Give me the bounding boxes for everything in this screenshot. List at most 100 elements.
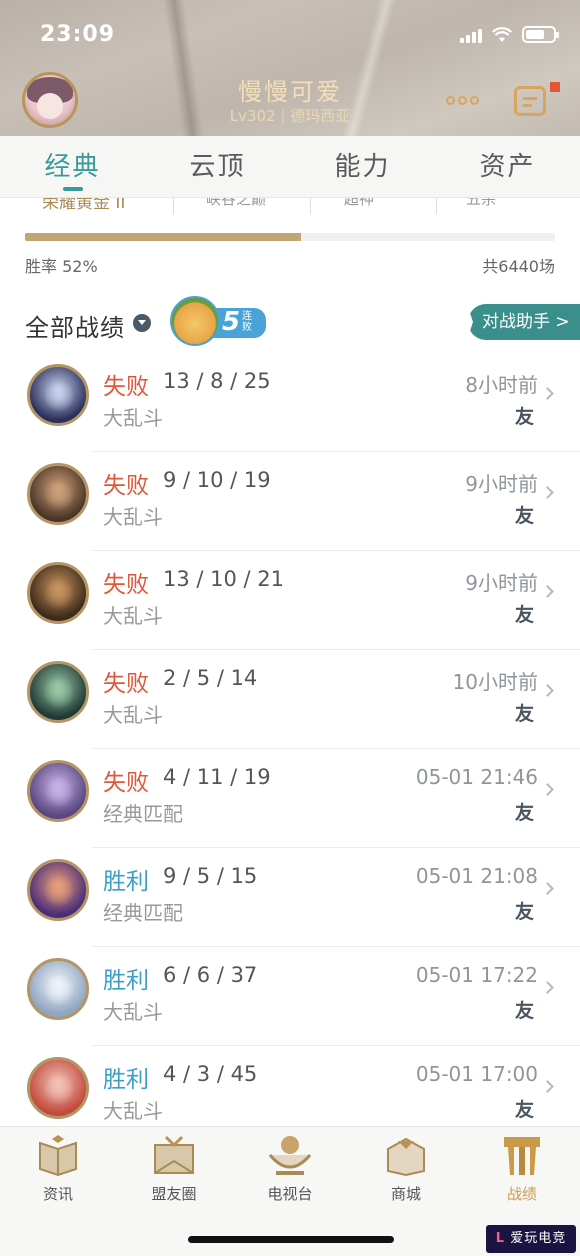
match-kda: 4 / 3 / 45 [163, 1062, 258, 1086]
streak-label: 连败 [242, 311, 252, 333]
watermark-logo: L 爱玩电竞 [486, 1225, 576, 1253]
nav-news[interactable]: 资讯 [0, 1127, 116, 1256]
match-time: 9小时前 [465, 472, 538, 496]
match-row[interactable]: 胜利 9 / 5 / 15 经典匹配 05-01 21:08 友 [0, 848, 580, 947]
nav-label: 资讯 [42, 1185, 73, 1203]
match-time: 9小时前 [465, 571, 538, 595]
champion-avatar [27, 364, 89, 426]
champion-face [44, 1072, 74, 1106]
chevron-down-icon[interactable] [133, 314, 151, 332]
champion-face [44, 775, 74, 809]
more-options-icon[interactable] [446, 96, 479, 105]
records-icon [504, 1137, 540, 1175]
cellular-signal-icon [460, 27, 482, 43]
match-kda: 13 / 10 / 21 [163, 567, 285, 591]
level-separator: | [280, 107, 286, 125]
records-filter-title[interactable]: 全部战绩 [25, 308, 125, 343]
match-result: 失败 [103, 572, 149, 598]
nav-label: 电视台 [267, 1185, 313, 1203]
battery-icon [522, 26, 559, 43]
chevron-right-icon [541, 585, 554, 598]
match-result: 失败 [103, 770, 149, 796]
nav-label: 战绩 [506, 1185, 537, 1203]
champion-avatar [27, 1057, 89, 1119]
match-row[interactable]: 失败 4 / 11 / 19 经典匹配 05-01 21:46 友 [0, 749, 580, 848]
champion-avatar [27, 661, 89, 723]
match-kda: 13 / 8 / 25 [163, 369, 271, 393]
champion-face [44, 973, 74, 1007]
streak-badge: 5 连败 [170, 296, 266, 346]
profile-header: 23:09 慢慢可爱 Lv302 | 德玛西亚 [0, 0, 580, 136]
battle-assistant-button[interactable]: 对战助手 > [467, 304, 580, 340]
champion-face [44, 577, 74, 611]
friend-tag: 友 [514, 802, 534, 824]
match-mode: 经典匹配 [103, 901, 183, 925]
nav-label: 商城 [390, 1185, 421, 1203]
match-result: 胜利 [103, 869, 149, 895]
chevron-right-icon [541, 684, 554, 697]
message-icon[interactable] [514, 86, 546, 116]
match-kda: 4 / 11 / 19 [163, 765, 271, 789]
user-name: 慢慢可爱 [238, 78, 342, 106]
user-level-server: Lv302 | 德玛西亚 [0, 105, 580, 126]
chevron-right-icon [541, 981, 554, 994]
tv-icon [268, 1136, 312, 1175]
match-result: 失败 [103, 671, 149, 697]
status-icons [460, 26, 559, 43]
peak-label: 峡谷之巅 [206, 198, 267, 208]
match-time: 05-01 17:22 [415, 963, 538, 987]
match-mode: 大乱斗 [103, 1000, 163, 1024]
tab-classic[interactable]: 经典 [0, 136, 145, 197]
match-time: 8小时前 [465, 373, 538, 397]
tab-tft[interactable]: 云顶 [145, 136, 290, 197]
friend-tag: 友 [514, 505, 534, 527]
match-kda: 2 / 5 / 14 [163, 666, 258, 690]
champion-avatar [27, 859, 89, 921]
match-mode: 大乱斗 [103, 406, 163, 430]
match-mode: 大乱斗 [103, 505, 163, 529]
match-result: 失败 [103, 473, 149, 499]
chevron-right-icon [541, 486, 554, 499]
match-kda: 6 / 6 / 37 [163, 963, 258, 987]
home-indicator[interactable] [188, 1236, 394, 1243]
champion-avatar [27, 463, 89, 525]
user-level: Lv302 [229, 107, 276, 125]
match-mode: 大乱斗 [103, 604, 163, 628]
teemo-icon [170, 296, 220, 346]
chevron-right-icon [541, 1080, 554, 1093]
shop-icon [387, 1137, 425, 1177]
tab-assets[interactable]: 资产 [435, 136, 580, 197]
match-mode: 大乱斗 [103, 703, 163, 727]
match-result: 失败 [103, 374, 149, 400]
match-result: 胜利 [103, 968, 149, 994]
friend-tag: 友 [514, 901, 534, 923]
match-row[interactable]: 失败 2 / 5 / 14 大乱斗 10小时前友 [0, 650, 580, 749]
match-row[interactable]: 失败 13 / 8 / 25 大乱斗 8小时前友 [0, 353, 580, 452]
chevron-right-icon [541, 882, 554, 895]
friend-tag: 友 [514, 406, 534, 428]
champion-avatar [27, 760, 89, 822]
rank-summary-row: 荣耀黄金 II 峡谷之巅 超神 五杀 [0, 198, 580, 214]
match-row[interactable]: 失败 9 / 10 / 19 大乱斗 9小时前友 [0, 452, 580, 551]
friend-tag: 友 [514, 604, 534, 626]
friend-tag: 友 [514, 703, 534, 725]
nav-label: 盟友圈 [151, 1185, 197, 1203]
win-rate-bar [25, 233, 555, 241]
match-mode: 大乱斗 [103, 1099, 163, 1123]
friends-circle-icon [154, 1135, 194, 1174]
match-row[interactable]: 失败 13 / 10 / 21 大乱斗 9小时前友 [0, 551, 580, 650]
match-row[interactable]: 胜利 6 / 6 / 37 大乱斗 05-01 17:22 友 [0, 947, 580, 1046]
notification-dot [550, 82, 560, 92]
win-rate-text: 胜率 52% [25, 257, 98, 276]
pentakill-label: 五杀 [466, 198, 497, 208]
friend-tag: 友 [514, 1099, 534, 1121]
match-time: 05-01 21:08 [415, 864, 538, 888]
status-time: 23:09 [40, 22, 116, 47]
legendary-label: 超神 [344, 198, 375, 208]
champion-face [44, 379, 74, 413]
user-server: 德玛西亚 [290, 107, 351, 125]
tab-ability[interactable]: 能力 [290, 136, 435, 197]
rank-label: 荣耀黄金 II [42, 198, 126, 213]
wifi-icon [492, 26, 512, 42]
match-mode: 经典匹配 [103, 802, 183, 826]
